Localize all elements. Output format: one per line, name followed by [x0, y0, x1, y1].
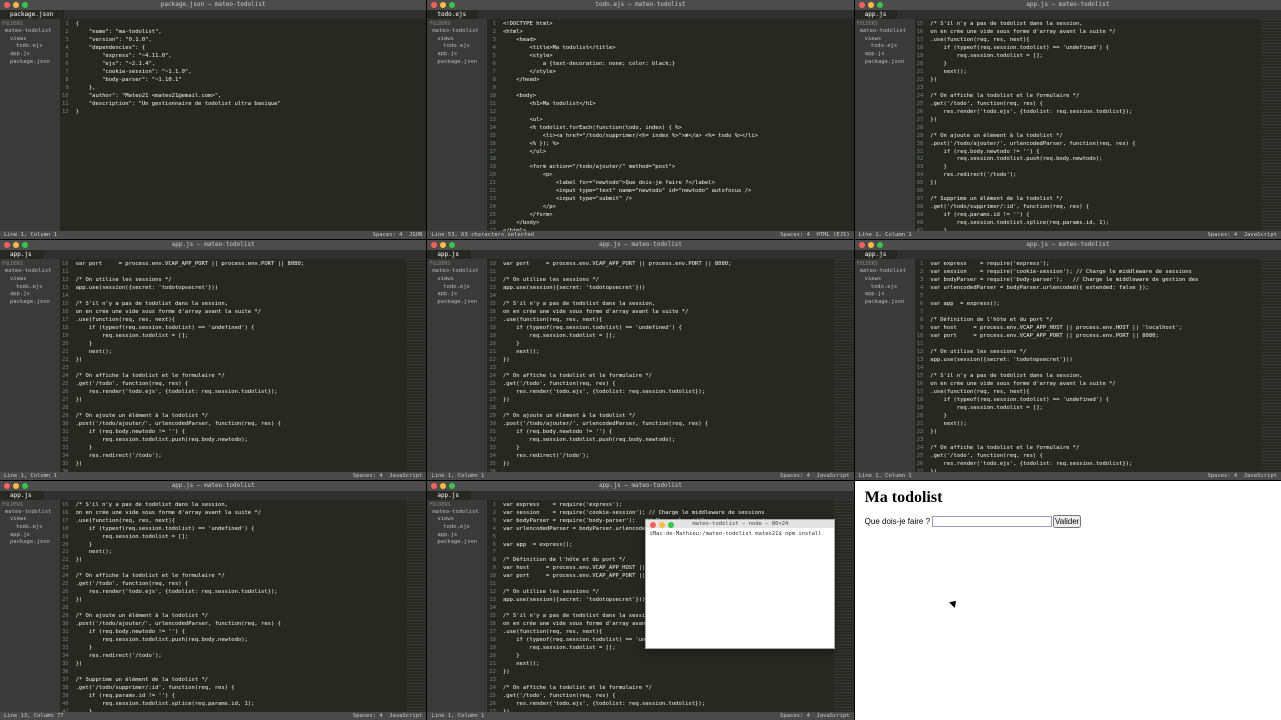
editor-pane-package-json: package.json — mateo-todolist package.js…: [0, 0, 426, 239]
terminal-window[interactable]: mateo-todolist — node — 80×24 iMac-de-Ma…: [645, 519, 835, 649]
maximize-icon[interactable]: [22, 2, 28, 8]
tab-bar: package.json: [0, 10, 426, 19]
code-editor[interactable]: 1234567891011121314151617181920212223242…: [487, 19, 853, 231]
sidebar[interactable]: FOLDERS mateo-todolist views todo.ejs ap…: [427, 19, 487, 231]
browser-page: Ma todolist Que dois-je faire ?: [855, 481, 1281, 720]
minimap[interactable]: [1261, 19, 1281, 231]
status-position: Line 1, Column 1: [4, 232, 57, 238]
sidebar-file-app-js[interactable]: app.js: [2, 51, 58, 59]
add-todo-form: Que dois-je faire ?: [865, 515, 1271, 528]
sidebar-file-package-json[interactable]: package.json: [2, 59, 58, 67]
editor-pane-with-terminal: app.js — mateo-todolist app.js FOLDERSma…: [427, 481, 853, 720]
page-title: Ma todolist: [865, 489, 1271, 507]
minimize-icon[interactable]: [868, 2, 874, 8]
window-controls: [0, 0, 426, 10]
maximize-icon[interactable]: [877, 2, 883, 8]
close-icon[interactable]: [4, 2, 10, 8]
editor-pane-app-js-1: app.js — mateo-todolist app.js FOLDERS m…: [855, 0, 1281, 239]
close-icon[interactable]: [859, 2, 865, 8]
newtodo-input[interactable]: [932, 516, 1052, 527]
sidebar[interactable]: FOLDERS mateo-todolist views todo.ejs ap…: [0, 19, 60, 231]
editor-pane-app-js-4: app.js — mateo-todolist app.js FOLDERSma…: [855, 240, 1281, 479]
submit-button[interactable]: [1053, 515, 1081, 528]
cursor-icon: [951, 599, 959, 607]
status-bar: Line 1, Column 1 Spaces: 4 JSON: [0, 231, 426, 239]
minimize-icon[interactable]: [13, 2, 19, 8]
sidebar-folder-views[interactable]: views: [2, 36, 58, 44]
sidebar-header: FOLDERS: [2, 21, 58, 28]
sidebar[interactable]: FOLDERS mateo-todolist views todo.ejs ap…: [855, 19, 915, 231]
editor-pane-app-js-3: app.js — mateo-todolist app.js FOLDERSma…: [427, 240, 853, 479]
newtodo-label: Que dois-je faire ?: [865, 517, 930, 526]
maximize-icon[interactable]: [449, 2, 455, 8]
terminal-title: mateo-todolist — node — 80×24: [646, 520, 834, 528]
code-editor[interactable]: 123456789101112 { "name": "ma-todolist",…: [60, 19, 426, 231]
tab-app-js[interactable]: app.js: [855, 10, 898, 19]
code-content[interactable]: /* S'il n'y a pas de todolist dans la se…: [926, 19, 1261, 231]
close-icon[interactable]: [431, 2, 437, 8]
tab-todo-ejs[interactable]: todo.ejs: [427, 10, 477, 19]
minimize-icon[interactable]: [440, 2, 446, 8]
sidebar-file-todo-ejs[interactable]: todo.ejs: [2, 43, 58, 51]
sidebar-folder-root[interactable]: mateo-todolist: [2, 28, 58, 36]
code-content[interactable]: <!DOCTYPE html> <html> <head> <title>Ma …: [499, 19, 854, 231]
tab-package-json[interactable]: package.json: [0, 10, 64, 19]
editor-pane-todo-ejs: todo.ejs — mateo-todolist todo.ejs FOLDE…: [427, 0, 853, 239]
code-content[interactable]: { "name": "ma-todolist", "version": "0.1…: [72, 19, 427, 231]
code-editor[interactable]: 1516171819202122232425262728293031323334…: [915, 19, 1281, 231]
line-gutter: 123456789101112: [60, 19, 72, 231]
editor-pane-app-js-2: app.js — mateo-todolist app.js FOLDERSma…: [0, 240, 426, 479]
editor-pane-app-js-5: app.js — mateo-todolist app.js FOLDERSma…: [0, 481, 426, 720]
